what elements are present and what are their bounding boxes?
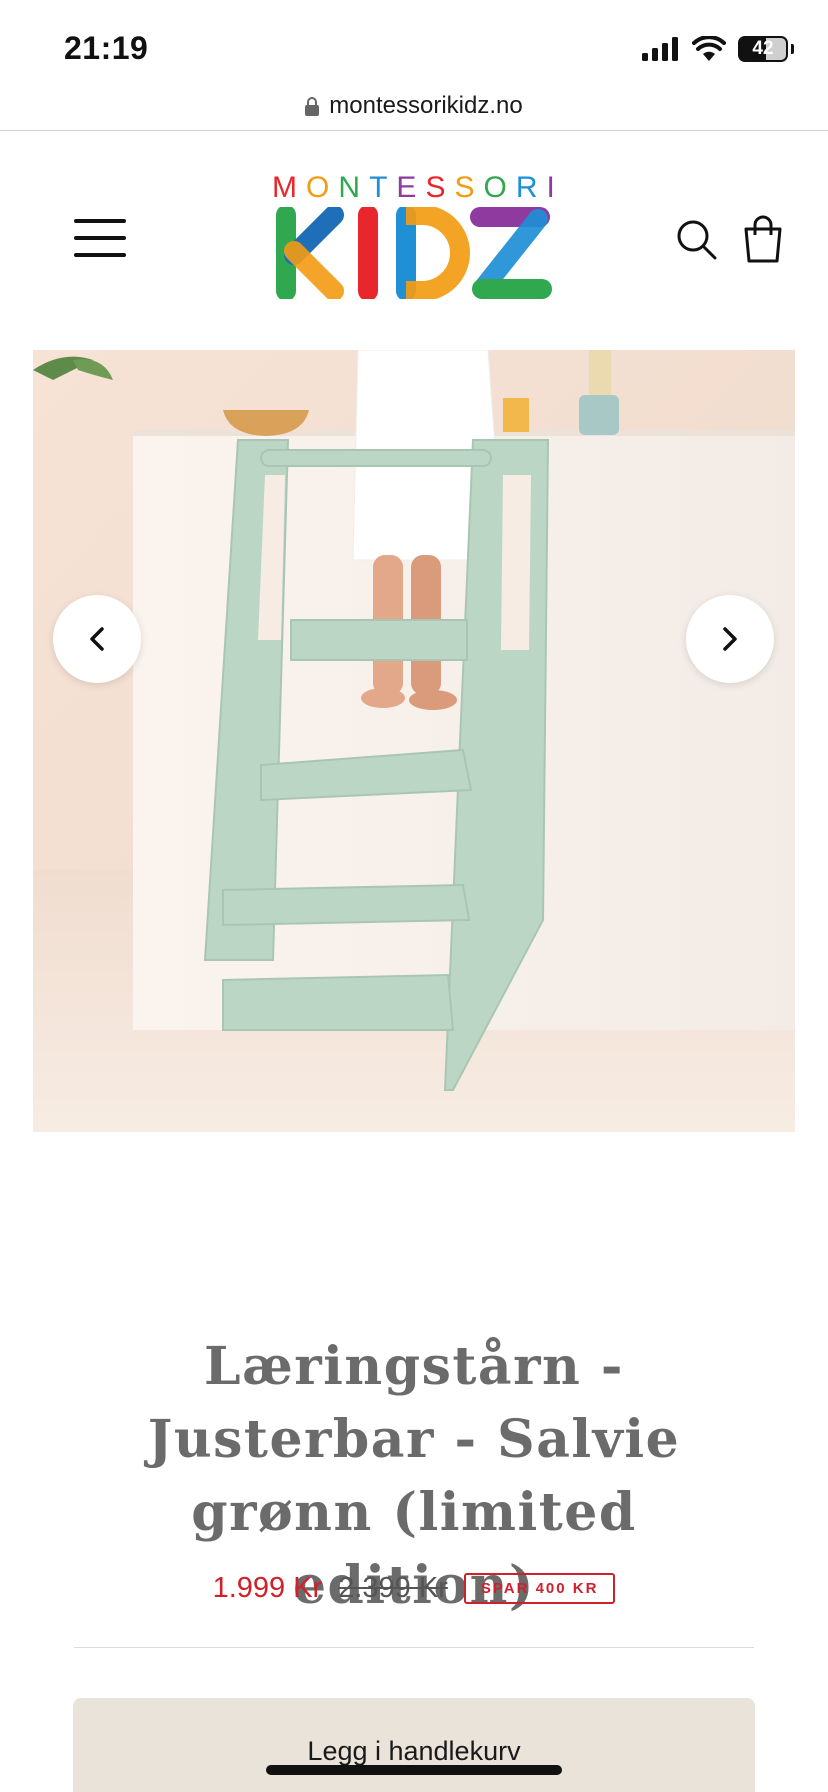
logo-letter: O [483,171,508,204]
shopping-bag-icon[interactable] [742,215,784,263]
add-to-cart-label: Legg i handlekurv [307,1736,521,1766]
home-indicator [266,1765,562,1775]
logo-letter: S [454,171,476,204]
address-bar[interactable]: montessorikidz.no [0,82,828,130]
lock-icon [305,96,320,116]
search-icon[interactable] [676,219,718,261]
status-bar: 21:19 42 [0,0,828,90]
add-to-cart-button[interactable]: Legg i handlekurv [73,1698,755,1792]
logo-letter: T [369,171,389,204]
status-time: 21:19 [64,30,149,66]
wifi-icon [692,36,726,61]
save-badge: SPAR 400 KR [463,1573,616,1604]
divider [74,1647,754,1648]
logo-top-text: MONTESSORI [272,171,556,205]
chevron-right-icon [723,627,737,651]
site-header: MONTESSORI KIDZ [0,131,828,351]
gallery-next-button[interactable] [686,595,774,683]
battery-icon: 42 [738,36,794,62]
gallery-prev-button[interactable] [53,595,141,683]
logo-letter: E [396,171,418,204]
logo-letter: N [338,171,362,204]
logo-letter: S [425,171,447,204]
product-image [33,350,795,1132]
logo-kidz-mark: KIDZ [276,207,552,299]
sale-price: 1.999 Kr [212,1572,323,1604]
url-text: montessorikidz.no [329,92,523,119]
compare-at-price: 2.399 Kr [338,1572,448,1604]
logo-letter: R [515,171,539,204]
battery-level: 42 [752,38,774,59]
logo-letter: M [272,171,298,204]
product-gallery[interactable] [33,350,795,1132]
hamburger-menu-icon[interactable] [74,219,126,263]
price-row: 1.999 Kr 2.399 Kr SPAR 400 KR [0,1572,828,1605]
signal-icon [642,37,678,61]
logo-letter: I [546,171,556,204]
chevron-left-icon [90,627,104,651]
status-icons: 42 [642,36,794,62]
site-logo[interactable]: MONTESSORI KIDZ [272,171,556,299]
logo-letter: O [306,171,331,204]
